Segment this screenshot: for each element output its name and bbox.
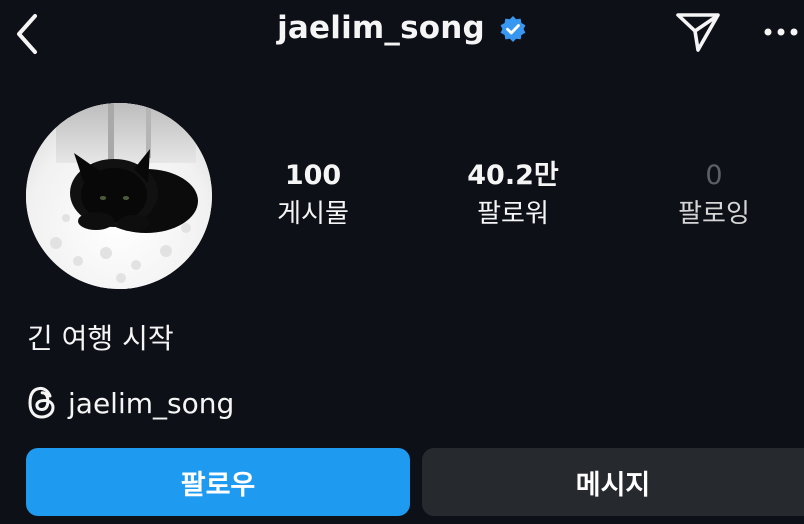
profile-bio: 긴 여행 시작 — [27, 322, 174, 355]
stat-posts-label: 게시물 — [277, 199, 349, 229]
verified-badge-icon — [499, 15, 527, 43]
stat-followers-value: 40.2만 — [467, 160, 559, 191]
stat-following-label: 팔로잉 — [678, 199, 750, 229]
stat-followers[interactable]: 40.2만 팔로워 — [443, 158, 583, 232]
stat-following-value: 0 — [705, 160, 723, 191]
message-button[interactable]: 메시지 — [422, 448, 804, 516]
avatar-cat-image — [26, 103, 212, 289]
paper-plane-icon — [676, 13, 720, 52]
stat-following[interactable]: 0 팔로잉 — [644, 158, 784, 232]
threads-icon — [28, 386, 55, 419]
threads-profile-link[interactable]: jaelim_song — [26, 385, 234, 421]
follow-button[interactable]: 팔로우 — [26, 448, 410, 516]
more-horizontal-icon — [764, 28, 798, 36]
stat-followers-label: 팔로워 — [477, 199, 549, 229]
threads-handle: jaelim_song — [68, 386, 235, 420]
stat-posts[interactable]: 100 게시물 — [243, 158, 383, 232]
send-message-button[interactable] — [672, 8, 724, 56]
more-options-button[interactable] — [758, 14, 804, 50]
top-bar: jaelim_song — [0, 0, 804, 70]
stat-posts-value: 100 — [284, 160, 342, 191]
profile-avatar[interactable] — [26, 103, 212, 289]
profile-username-title: jaelim_song — [277, 10, 485, 46]
